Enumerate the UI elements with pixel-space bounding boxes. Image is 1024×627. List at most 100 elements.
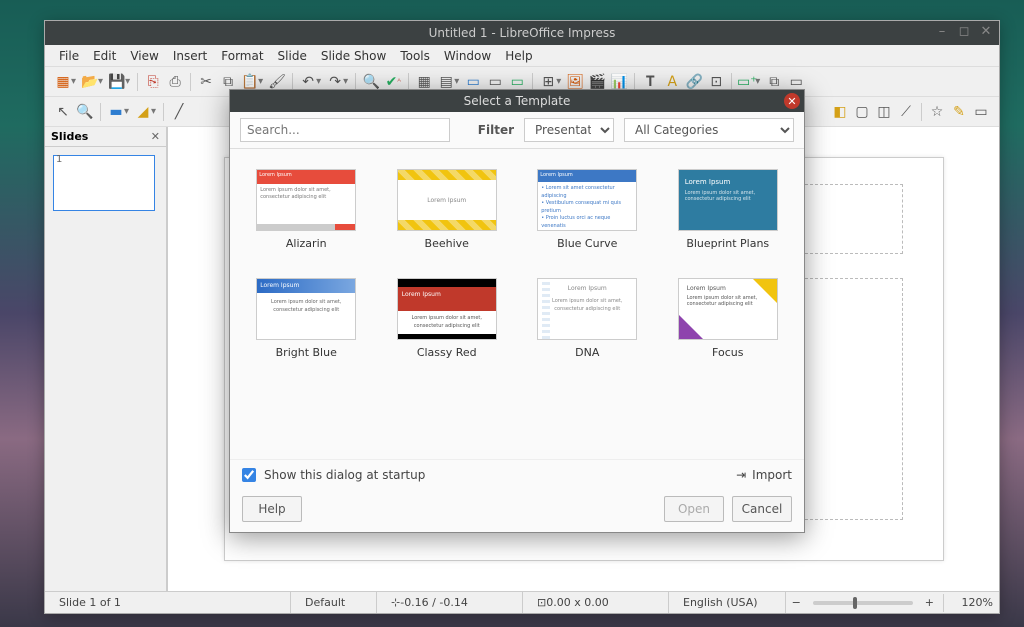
template-bright-blue[interactable]: Lorem Ipsum Lorem ipsum dolor sit amet, … — [242, 278, 371, 359]
dialog-button-row: Help Open Cancel — [230, 490, 804, 532]
template-classy-red[interactable]: Lorem Ipsum Lorem ipsum dolor sit amet, … — [383, 278, 512, 359]
pdf-export-icon[interactable]: ⎘ — [143, 72, 163, 92]
template-label: Beehive — [425, 237, 469, 250]
template-dna[interactable]: Lorem Ipsum Lorem ipsum dolor sit amet, … — [523, 278, 652, 359]
menu-bar: File Edit View Insert Format Slide Slide… — [45, 45, 999, 67]
dialog-titlebar: Select a Template ✕ — [230, 90, 804, 112]
3d-icon[interactable]: ◧ — [830, 102, 850, 122]
menu-edit[interactable]: Edit — [87, 47, 122, 65]
zoom-handle[interactable] — [853, 597, 857, 609]
line-icon[interactable]: ╱ — [169, 102, 189, 122]
template-label: Blue Curve — [557, 237, 617, 250]
dialog-close-icon[interactable]: ✕ — [784, 93, 800, 109]
menu-insert[interactable]: Insert — [167, 47, 213, 65]
help-button[interactable]: Help — [242, 496, 302, 522]
separator — [163, 103, 164, 121]
undo-dropdown[interactable]: ▾ — [316, 76, 321, 87]
zoom-out-icon[interactable]: − — [792, 596, 801, 609]
new-dropdown[interactable]: ▾ — [71, 76, 76, 87]
view-dropdown[interactable]: ▾ — [454, 76, 459, 87]
filter-icon[interactable]: ⟋ — [896, 102, 916, 122]
separator — [137, 73, 138, 91]
new-icon[interactable]: ▦ — [53, 72, 73, 92]
menu-slide[interactable]: Slide — [272, 47, 313, 65]
zoom-slider[interactable] — [813, 601, 913, 605]
line-dropdown[interactable]: ▾ — [151, 106, 156, 117]
zoom-value[interactable]: 120% — [953, 596, 993, 609]
template-blue-curve[interactable]: Lorem Ipsum • Lorem sit amet consectetur… — [523, 169, 652, 250]
template-label: Bright Blue — [276, 346, 337, 359]
points-icon[interactable]: ☆ — [927, 102, 947, 122]
select-icon[interactable]: ↖ — [53, 102, 73, 122]
filter-application-select[interactable]: Presentations — [524, 118, 614, 142]
table-dropdown[interactable]: ▾ — [556, 76, 561, 87]
cut-icon[interactable]: ✂ — [196, 72, 216, 92]
fill-color-icon[interactable]: ▬ — [106, 102, 126, 122]
line-color-icon[interactable]: ◢ — [133, 102, 153, 122]
open-dropdown[interactable]: ▾ — [98, 76, 103, 87]
menu-file[interactable]: File — [53, 47, 85, 65]
template-thumb: Lorem Ipsum Lorem ipsum dolor sit amet, … — [256, 169, 356, 231]
cancel-button[interactable]: Cancel — [732, 496, 792, 522]
close-panel-icon[interactable]: ✕ — [151, 130, 160, 143]
template-alizarin[interactable]: Lorem Ipsum Lorem ipsum dolor sit amet, … — [242, 169, 371, 250]
status-size: ⊡ 0.00 x 0.00 — [529, 592, 669, 613]
menu-window[interactable]: Window — [438, 47, 497, 65]
separator — [190, 73, 191, 91]
template-label: Blueprint Plans — [686, 237, 769, 250]
window-title: Untitled 1 - LibreOffice Impress — [429, 26, 616, 40]
filter-label: Filter — [478, 123, 514, 137]
zoom-in-icon[interactable]: + — [925, 596, 934, 609]
template-blueprint-plans[interactable]: Lorem Ipsum Lorem ipsum dolor sit amet, … — [664, 169, 793, 250]
separator — [532, 73, 533, 91]
open-icon[interactable]: 📂 — [80, 72, 100, 92]
status-lang[interactable]: English (USA) — [675, 592, 786, 613]
separator — [292, 73, 293, 91]
show-at-startup-label: Show this dialog at startup — [264, 468, 425, 482]
layout-dropdown[interactable]: ▾ — [755, 76, 760, 87]
template-thumb: Lorem Ipsum — [397, 169, 497, 231]
maximize-button[interactable]: ◻ — [957, 24, 971, 38]
slide-thumb-1[interactable]: 1 — [53, 155, 155, 211]
status-bar: Slide 1 of 1 Default ⊹ -0.16 / -0.14 ⊡ 0… — [45, 591, 999, 613]
crop-icon[interactable]: ◫ — [874, 102, 894, 122]
menu-slideshow[interactable]: Slide Show — [315, 47, 392, 65]
separator — [921, 103, 922, 121]
menu-tools[interactable]: Tools — [394, 47, 436, 65]
close-button[interactable]: ✕ — [979, 24, 993, 38]
paste-dropdown[interactable]: ▾ — [258, 76, 263, 87]
import-button[interactable]: ⇥ Import — [736, 468, 792, 482]
save-icon[interactable]: 💾 — [107, 72, 127, 92]
template-thumb: Lorem Ipsum Lorem ipsum dolor sit amet, … — [678, 278, 778, 340]
status-position: ⊹ -0.16 / -0.14 — [383, 592, 523, 613]
separator — [634, 73, 635, 91]
filter-category-select[interactable]: All Categories — [624, 118, 794, 142]
template-thumb: Lorem Ipsum Lorem ipsum dolor sit amet, … — [256, 278, 356, 340]
separator — [731, 73, 732, 91]
window-controls: – ◻ ✕ — [935, 24, 993, 38]
open-button[interactable]: Open — [664, 496, 724, 522]
redo-dropdown[interactable]: ▾ — [343, 76, 348, 87]
menu-help[interactable]: Help — [499, 47, 538, 65]
separator — [408, 73, 409, 91]
template-focus[interactable]: Lorem Ipsum Lorem ipsum dolor sit amet, … — [664, 278, 793, 359]
toggle-extrusion-icon[interactable]: ▭ — [971, 102, 991, 122]
glue-icon[interactable]: ✎ — [949, 102, 969, 122]
show-at-startup-checkbox[interactable] — [242, 468, 256, 482]
print-icon[interactable]: ⎙ — [165, 72, 185, 92]
save-dropdown[interactable]: ▾ — [125, 76, 130, 87]
dialog-footer-options: Show this dialog at startup ⇥ Import — [230, 459, 804, 490]
menu-view[interactable]: View — [124, 47, 164, 65]
minimize-button[interactable]: – — [935, 24, 949, 38]
fill-dropdown[interactable]: ▾ — [124, 106, 129, 117]
template-label: Focus — [712, 346, 743, 359]
status-style: Default — [297, 592, 377, 613]
search-input[interactable] — [240, 118, 450, 142]
template-label: Alizarin — [286, 237, 327, 250]
template-beehive[interactable]: Lorem Ipsum Beehive — [383, 169, 512, 250]
shadow-icon[interactable]: ▢ — [852, 102, 872, 122]
menu-format[interactable]: Format — [215, 47, 269, 65]
zoom-icon[interactable]: 🔍 — [75, 102, 95, 122]
dialog-filter-row: Filter Presentations All Categories — [230, 112, 804, 149]
slides-panel-title: Slides — [51, 130, 88, 143]
